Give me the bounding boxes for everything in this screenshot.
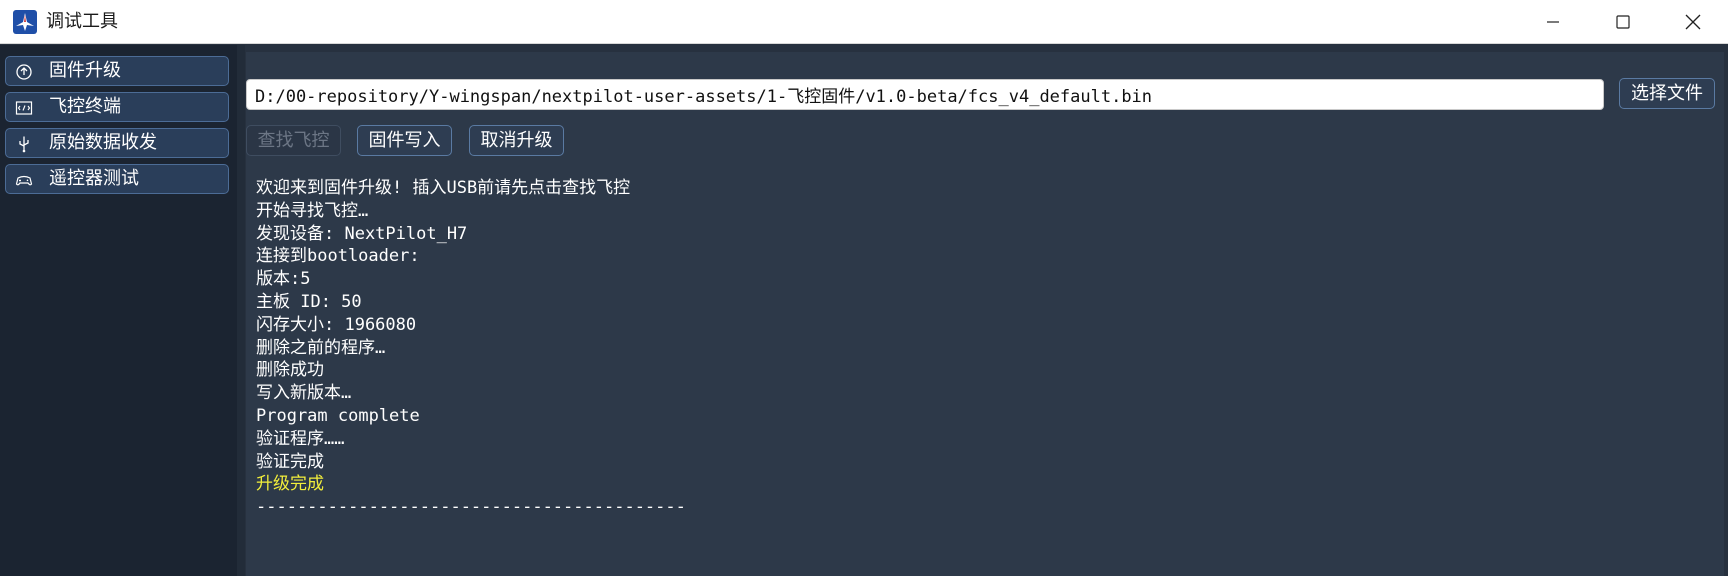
firmware-upgrade-panel: 选择文件 查找飞控 固件写入 取消升级 欢迎来到固件升级! 插入USB前请先点击… [246,52,1724,576]
log-line: 删除成功 [256,360,324,381]
sidebar-item-label: 飞控终端 [49,96,121,117]
write-firmware-button[interactable]: 固件写入 [357,125,452,156]
sidebar-item-raw-data[interactable]: 原始数据收发 [5,128,229,158]
firmware-path-input[interactable] [246,79,1604,110]
sidebar: 固件升级 飞控终端 原始数据收发 遥控器测试 [0,45,237,576]
splitter[interactable] [237,45,245,576]
window-title: 调试工具 [46,11,118,32]
log-line: 版本:5 [256,269,311,290]
log-line: 欢迎来到固件升级! 插入USB前请先点击查找飞控 [256,178,631,198]
log-line: 连接到bootloader: [256,246,420,267]
choose-file-button[interactable]: 选择文件 [1619,78,1715,109]
find-controller-button[interactable]: 查找飞控 [246,125,341,156]
gamepad-icon [15,175,33,186]
app-logo-icon [13,10,37,34]
sidebar-item-rc-test[interactable]: 遥控器测试 [5,164,229,194]
firmware-upgrade-icon [16,64,32,80]
maximize-icon [1616,15,1630,29]
log-line: Program complete [256,405,420,426]
cancel-upgrade-button[interactable]: 取消升级 [469,125,564,156]
sidebar-item-label: 固件升级 [49,60,121,81]
log-line: 验证程序…… [256,428,345,449]
log-line: 开始寻找飞控… [256,200,369,221]
log-line: 删除之前的程序… [256,337,386,358]
log-separator: ----------------------------------------… [256,497,686,518]
minimize-icon [1547,21,1559,23]
log-line-success: 升级完成 [256,474,324,495]
app-window: 调试工具 固件升级 飞控终端 原始数据收发 遥控器测试 D:/00-reposi… [0,0,1728,576]
minimize-button[interactable] [1518,0,1588,44]
close-button[interactable] [1658,0,1728,44]
terminal-icon [15,101,33,115]
maximize-button[interactable] [1588,0,1658,44]
title-bar: 调试工具 [0,0,1728,44]
log-output: 欢迎来到固件升级! 插入USB前请先点击查找飞控 开始寻找飞控… 发现设备: N… [256,177,1696,567]
sidebar-item-flight-terminal[interactable]: 飞控终端 [5,92,229,122]
log-line: 闪存大小: 1966080 [256,314,417,335]
log-line: 验证完成 [256,451,324,472]
sidebar-item-firmware-upgrade[interactable]: 固件升级 [5,56,229,86]
sidebar-item-label: 原始数据收发 [49,132,157,153]
log-line: 发现设备: NextPilot_H7 [256,223,468,244]
close-icon [1685,14,1701,30]
log-line: 写入新版本… [256,383,352,404]
log-line: 主板 ID: 50 [256,291,362,312]
usb-icon [19,136,29,153]
sidebar-item-label: 遥控器测试 [49,168,139,189]
